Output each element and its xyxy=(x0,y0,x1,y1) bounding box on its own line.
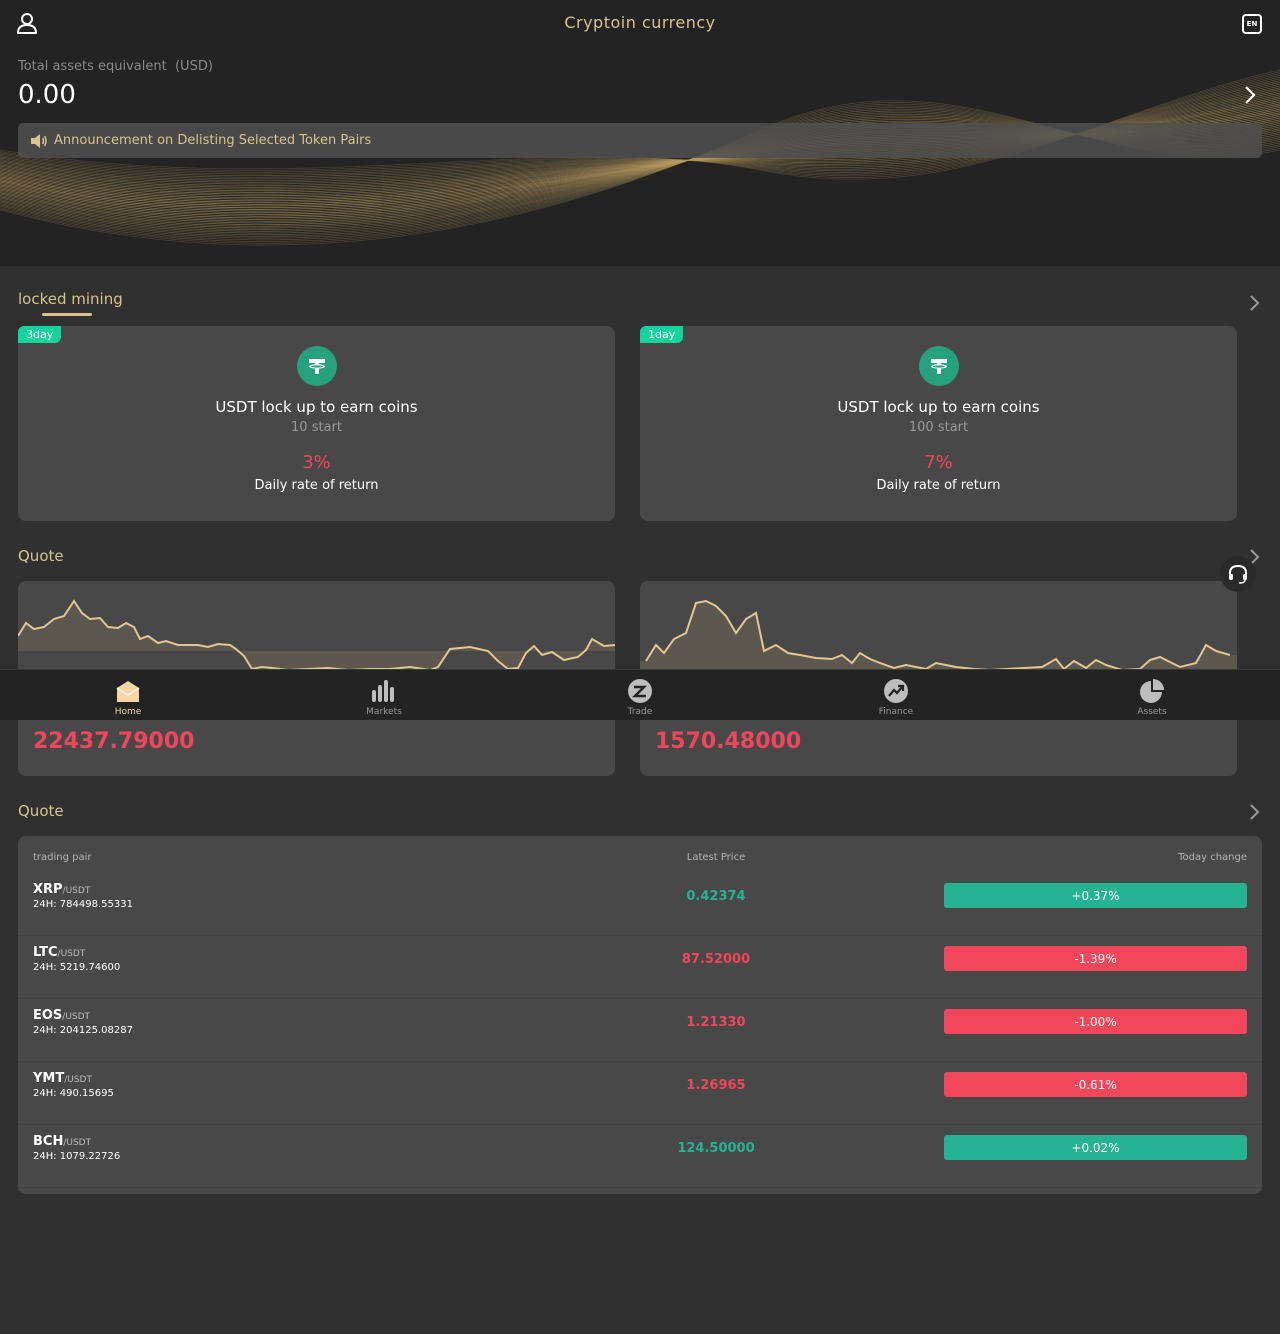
announcement-text: Announcement on Delisting Selected Token… xyxy=(54,133,372,148)
quote-table-title[interactable]: Quote xyxy=(18,802,64,820)
table-row[interactable]: XRP/USDT 24H: 784498.55331 0.42374 +0.37% xyxy=(18,873,1262,936)
markets-icon xyxy=(371,678,397,704)
speaker-icon xyxy=(31,133,47,148)
latest-price: 1.21330 xyxy=(686,1015,746,1030)
pair-symbol: YMT/USDT xyxy=(33,1071,92,1086)
latest-price: 87.52000 xyxy=(681,952,751,967)
chevron-right-icon[interactable] xyxy=(1248,803,1260,821)
quote-symbol: /USDT xyxy=(57,949,86,959)
customer-service-button[interactable] xyxy=(1220,556,1256,592)
change-badge: -1.39% xyxy=(944,946,1247,971)
volume-24h: 24H: 1079.22726 xyxy=(33,1151,121,1162)
mining-rate: 7% xyxy=(924,452,953,473)
tab-label: Assets xyxy=(1137,707,1167,717)
pair-symbol: XRP/USDT xyxy=(33,882,90,897)
mining-min-amount: 100 start xyxy=(908,420,969,435)
quote-price: 22437.79000 xyxy=(33,729,195,754)
volume-24h: 24H: 490.15695 xyxy=(33,1088,114,1099)
latest-price: 124.50000 xyxy=(677,1141,755,1156)
column-header-change: Today change xyxy=(1178,852,1247,863)
base-symbol: LTC xyxy=(33,945,58,960)
base-symbol: XRP xyxy=(33,882,63,897)
mining-product-name: USDT lock up to earn coins xyxy=(837,398,1040,416)
column-header-price: Latest Price xyxy=(686,852,746,863)
quote-table: trading pair Latest Price Today change X… xyxy=(18,836,1262,1194)
base-symbol: EOS xyxy=(33,1008,63,1023)
headset-icon xyxy=(1229,564,1247,584)
tab-label: Home xyxy=(114,707,142,717)
pair-symbol: EOS/USDT xyxy=(33,1008,90,1023)
volume-24h: 24H: 5219.74600 xyxy=(33,962,121,973)
tether-icon xyxy=(296,346,337,386)
tab-label: Markets xyxy=(366,707,402,717)
announcement-bar[interactable]: Announcement on Delisting Selected Token… xyxy=(18,123,1262,158)
mining-rate-label: Daily rate of return xyxy=(254,478,379,493)
home-icon xyxy=(115,678,141,704)
table-row[interactable]: LTC/USDT 24H: 5219.74600 87.52000 -1.39% xyxy=(18,936,1262,999)
chevron-right-icon[interactable] xyxy=(1248,294,1260,312)
tab-markets[interactable]: Markets xyxy=(256,670,512,720)
change-badge: -1.00% xyxy=(944,1009,1247,1034)
quote-section-title[interactable]: Quote xyxy=(18,547,64,565)
tab-trade[interactable]: Trade xyxy=(512,670,768,720)
sparkline-chart xyxy=(18,599,615,671)
bottom-tab-bar: Home Markets Trade Finance Assets xyxy=(0,669,1280,720)
duration-badge: 1day xyxy=(640,326,684,343)
assets-icon xyxy=(1139,678,1165,704)
tab-label: Trade xyxy=(627,707,653,717)
latest-price: 1.26965 xyxy=(686,1078,746,1093)
tab-label: Finance xyxy=(878,707,914,717)
change-badge: +0.37% xyxy=(944,883,1247,908)
table-row[interactable]: YMT/USDT 24H: 490.15695 1.26965 -0.61% xyxy=(18,1062,1262,1125)
mining-card[interactable]: 1day USDT lock up to earn coins 100 star… xyxy=(640,326,1237,521)
tab-assets[interactable]: Assets xyxy=(1024,670,1280,720)
tether-icon xyxy=(918,346,959,386)
chevron-right-icon[interactable] xyxy=(1242,84,1258,106)
total-assets-label: Total assets equivalent (USD) xyxy=(18,59,213,74)
trade-icon xyxy=(627,678,653,704)
total-assets-value: 0.00 xyxy=(18,80,76,110)
change-badge: -0.61% xyxy=(944,1072,1247,1097)
mining-card[interactable]: 3day USDT lock up to earn coins 10 start… xyxy=(18,326,615,521)
quote-symbol: /USDT xyxy=(64,1075,92,1085)
base-symbol: YMT xyxy=(33,1071,65,1086)
volume-24h: 24H: 204125.08287 xyxy=(33,1025,133,1036)
mining-min-amount: 10 start xyxy=(291,420,342,435)
pair-symbol: LTC/USDT xyxy=(33,945,85,960)
quote-symbol: /USDT xyxy=(62,1012,91,1022)
change-badge: +0.02% xyxy=(944,1135,1247,1160)
tab-home[interactable]: Home xyxy=(0,670,256,720)
quote-symbol: /USDT xyxy=(62,886,91,896)
table-row[interactable]: EOS/USDT 24H: 204125.08287 1.21330 -1.00% xyxy=(18,999,1262,1062)
finance-icon xyxy=(883,678,909,704)
quote-symbol: /USDT xyxy=(63,1138,92,1148)
duration-badge: 3day xyxy=(18,326,62,343)
table-row[interactable]: BCH/USDT 24H: 1079.22726 124.50000 +0.02% xyxy=(18,1125,1262,1188)
section-underline xyxy=(42,313,92,316)
locked-mining-title[interactable]: locked mining xyxy=(18,290,123,308)
language-icon[interactable]: EN xyxy=(1242,14,1262,34)
mining-rate-label: Daily rate of return xyxy=(876,478,1001,493)
mining-rate: 3% xyxy=(302,452,331,473)
quote-price: 1570.48000 xyxy=(655,729,802,754)
hero-banner: Cryptoin currency EN Total assets equiva… xyxy=(0,0,1280,266)
volume-24h: 24H: 784498.55331 xyxy=(33,899,133,910)
latest-price: 0.42374 xyxy=(686,889,746,904)
sparkline-chart xyxy=(640,599,1237,671)
column-header-pair: trading pair xyxy=(33,852,92,863)
base-symbol: BCH xyxy=(33,1134,64,1149)
app-title: Cryptoin currency xyxy=(564,13,716,32)
tab-finance[interactable]: Finance xyxy=(768,670,1024,720)
mining-product-name: USDT lock up to earn coins xyxy=(215,398,418,416)
pair-symbol: BCH/USDT xyxy=(33,1134,91,1149)
